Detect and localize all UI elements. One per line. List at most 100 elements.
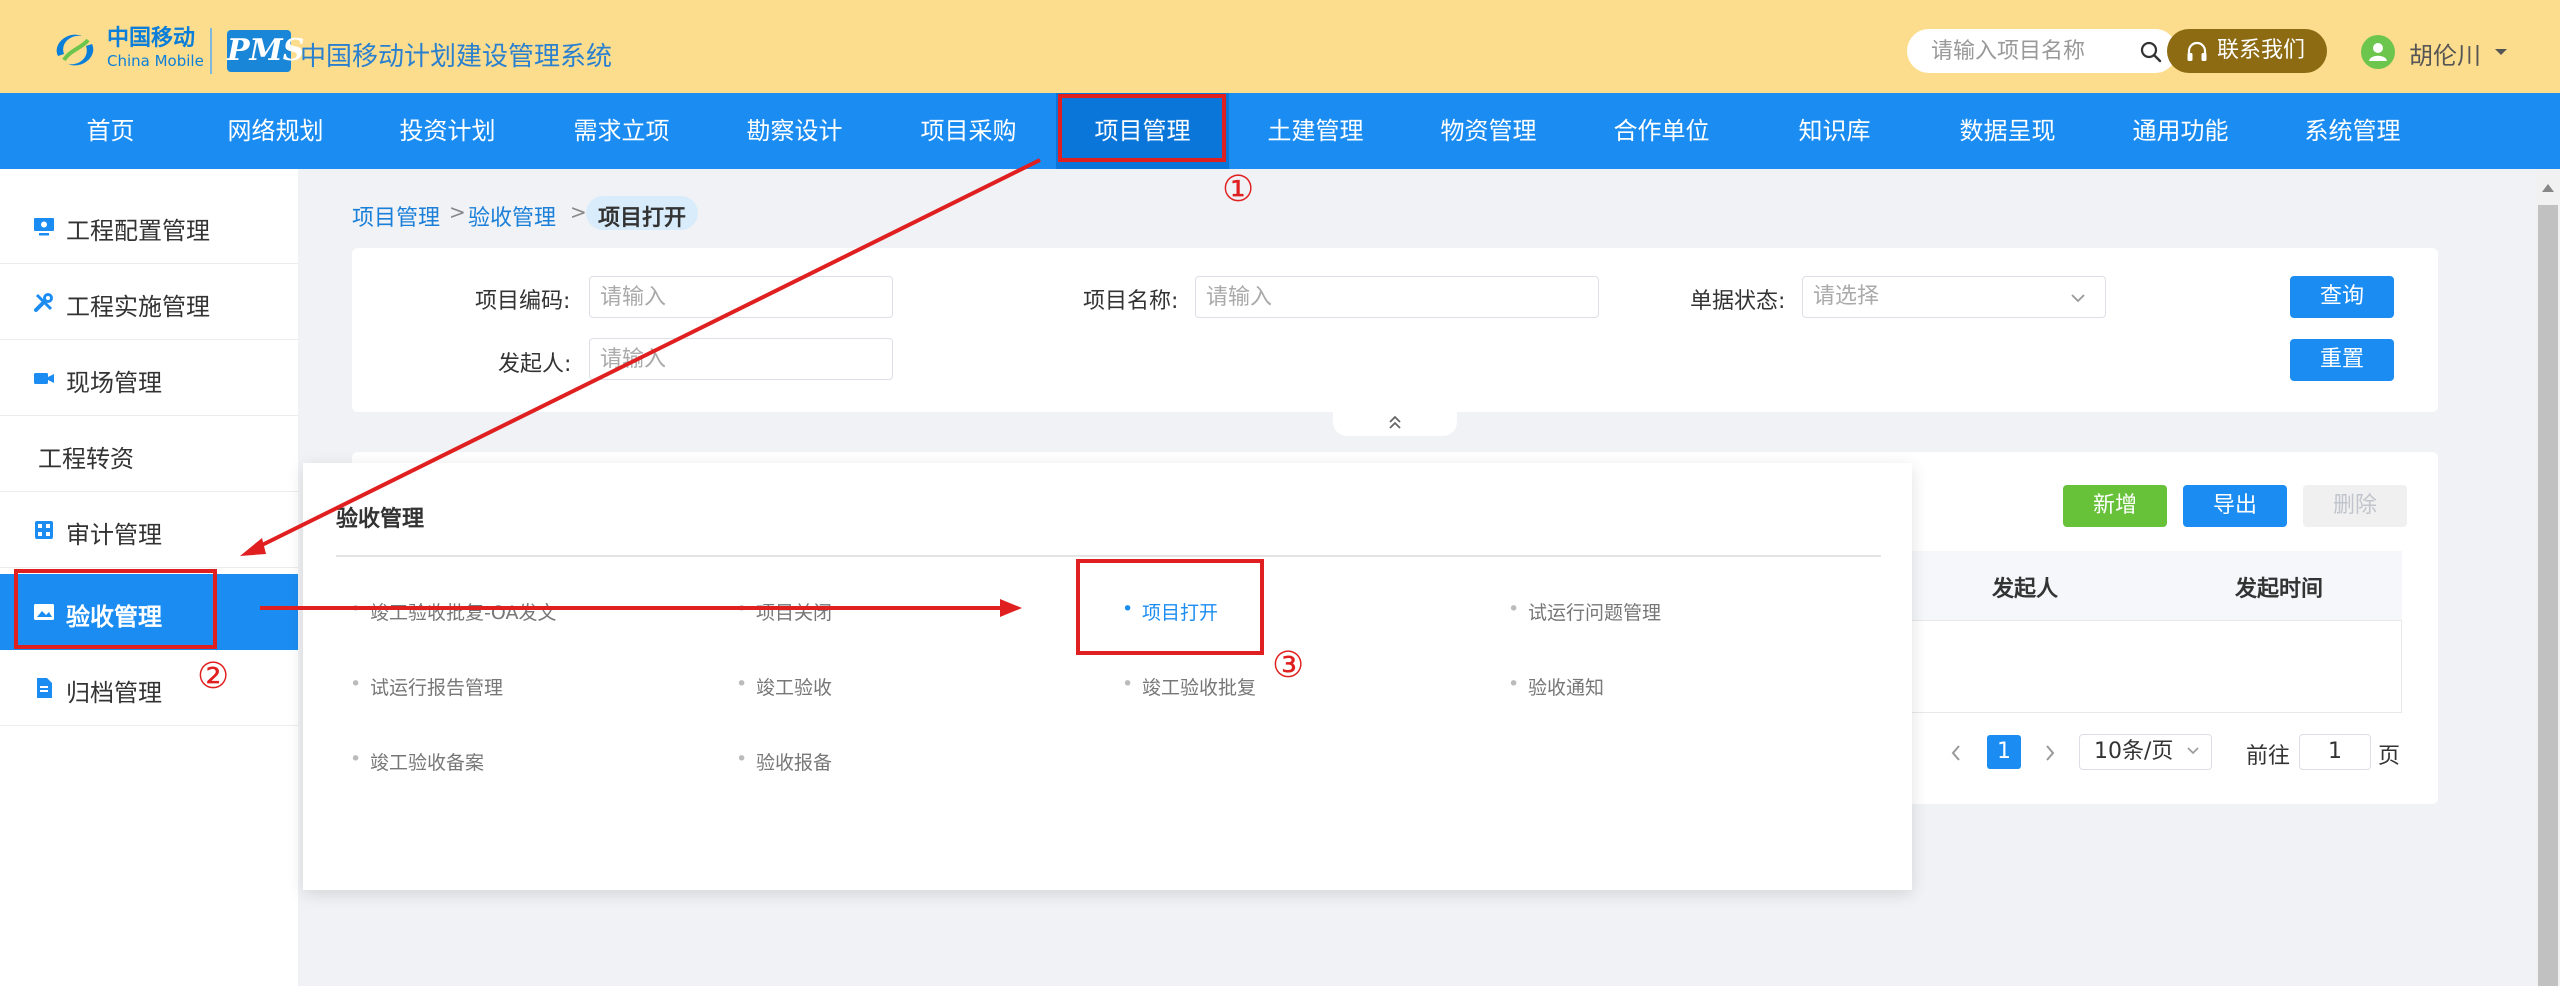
sidebar-item-site-management[interactable]: 现场管理 [0,340,298,416]
chevron-right-icon[interactable] [2040,738,2060,768]
header-search[interactable] [1907,29,2177,73]
logo-divider [210,28,212,74]
breadcrumb-link-project-management[interactable]: 项目管理 [352,200,440,232]
delete-button[interactable]: 删除 [2303,485,2407,527]
nav-item-common-functions[interactable]: 通用功能 [2094,93,2267,169]
project-code-input[interactable] [589,276,893,318]
china-mobile-logo-icon [56,34,94,66]
search-icon[interactable] [2139,40,2163,64]
submenu-divider [336,555,1881,557]
contact-us-button[interactable]: 联系我们 [2167,29,2327,73]
table-header: 发起人 发起时间 [1870,551,2402,621]
sidebar-item-capital-transfer[interactable]: 工程转资 [0,416,298,492]
export-button[interactable]: 导出 [2183,485,2287,527]
sidebar-item-label: 归档管理 [66,679,162,707]
document-icon [37,678,52,698]
scroll-up-arrow-icon[interactable] [2541,181,2555,193]
status-select[interactable]: 请选择 [1802,276,2106,318]
add-button[interactable]: 新增 [2063,485,2167,527]
user-name[interactable]: 胡伦川 [2409,36,2481,71]
annotation-step-1: ① [1222,169,1255,210]
nav-item-partners[interactable]: 合作单位 [1575,93,1748,169]
chevron-left-icon[interactable] [1946,738,1966,768]
headset-icon [2187,41,2207,61]
nav-item-network-planning[interactable]: 网络规划 [189,93,362,169]
brand-en: China Mobile [107,52,204,70]
column-header-initiated-time: 发起时间 [2235,577,2324,602]
sidebar-item-label: 工程实施管理 [66,293,210,321]
user-avatar-icon[interactable] [2361,35,2395,69]
page-scrollbar[interactable] [2536,169,2560,986]
double-chevron-up-icon[interactable] [1385,412,1405,432]
page-size-value: 10条/页 [2094,739,2174,764]
query-button[interactable]: 查询 [2290,276,2394,318]
sidebar-item-label: 工程转资 [38,445,134,473]
contact-us-label: 联系我们 [2217,38,2306,63]
monitor-icon [34,218,54,236]
goto-label: 前往 [2246,744,2291,769]
pagination-page-1[interactable]: 1 [1987,735,2021,769]
submenu-link-acceptance-notice[interactable]: 验收通知 [1508,673,1604,700]
nav-item-materials[interactable]: 物资管理 [1402,93,1575,169]
sidebar-item-audit[interactable]: 审计管理 [0,492,298,568]
status-select-placeholder: 请选择 [1813,284,1880,309]
initiator-input[interactable] [589,338,893,380]
submenu-panel-title: 验收管理 [336,507,425,532]
annotation-box-project-open [1076,559,1264,655]
annotation-step-2: ② [197,656,230,697]
nav-item-investment-plan[interactable]: 投资计划 [361,93,534,169]
goto-page-input[interactable]: 1 [2299,734,2371,770]
project-name-label: 项目名称: [1083,289,1179,314]
submenu-link-trial-run-report[interactable]: 试运行报告管理 [350,673,503,700]
page-unit-label: 页 [2378,744,2401,769]
nav-item-data-display[interactable]: 数据呈现 [1921,93,2094,169]
scrollbar-thumb[interactable] [2538,205,2558,986]
column-header-initiator: 发起人 [1992,577,2059,602]
sidebar-item-label: 现场管理 [66,369,162,397]
nav-item-home[interactable]: 首页 [24,93,197,169]
sidebar-item-label: 工程配置管理 [66,217,210,245]
filter-panel: 项目编码: 项目名称: 单据状态: 请选择 查询 发起人: 重置 [352,248,2438,412]
project-name-input[interactable] [1195,276,1599,318]
submenu-link-trial-run-issues[interactable]: 试运行问题管理 [1508,598,1661,625]
nav-item-procurement[interactable]: 项目采购 [882,93,1055,169]
nav-item-civil-engineering[interactable]: 土建管理 [1229,93,1402,169]
submenu-link-completion-approval-oa[interactable]: 竣工验收批复-OA发文 [350,598,557,625]
sidebar-item-archive[interactable]: 归档管理 [0,650,298,726]
caret-down-icon[interactable] [2489,40,2513,64]
submenu-link-acceptance-report[interactable]: 验收报备 [736,748,832,775]
tools-icon [34,293,53,312]
annotation-box-sidebar-acceptance [14,569,217,649]
status-label: 单据状态: [1690,289,1786,314]
breadcrumb-separator-icon: > [570,200,587,224]
breadcrumb-separator-icon: > [449,200,466,224]
collapse-filter-toggle[interactable] [1333,410,1457,436]
main-nav: 首页 网络规划 投资计划 需求立项 勘察设计 项目采购 项目管理 土建管理 物资… [0,93,2560,169]
page-size-select[interactable]: 10条/页 [2079,734,2212,770]
annotation-step-3: ③ [1272,645,1305,686]
china-mobile-brand: 中国移动 China Mobile [107,28,204,69]
annotation-box-nav-project-management [1058,94,1226,162]
submenu-link-completion-filing[interactable]: 竣工验收备案 [350,748,484,775]
camera-icon [34,373,54,384]
submenu-link-completion-approval[interactable]: 竣工验收批复 [1122,673,1256,700]
sidebar-item-engineering-implementation[interactable]: 工程实施管理 [0,264,298,340]
nav-item-survey-design[interactable]: 勘察设计 [708,93,881,169]
table-body [1870,621,2402,713]
chevron-down-icon [2071,294,2085,303]
brand-cn: 中国移动 [107,26,196,51]
sidebar-item-engineering-config[interactable]: 工程配置管理 [0,188,298,264]
nav-item-requirement[interactable]: 需求立项 [535,93,708,169]
chevron-down-icon [2187,747,2199,755]
top-header: 中国移动 China Mobile PMS 中国移动计划建设管理系统 联系我们 … [0,0,2560,93]
header-search-input[interactable] [1931,35,2131,67]
initiator-label: 发起人: [498,352,572,377]
submenu-link-completion-acceptance[interactable]: 竣工验收 [736,673,832,700]
breadcrumb-link-acceptance[interactable]: 验收管理 [468,200,556,232]
nav-item-system-management[interactable]: 系统管理 [2266,93,2439,169]
reset-button[interactable]: 重置 [2290,339,2394,381]
system-title: 中国移动计划建设管理系统 [300,42,613,72]
submenu-link-project-close[interactable]: 项目关闭 [736,598,832,625]
breadcrumb-current: 项目打开 [586,196,699,231]
nav-item-knowledge-base[interactable]: 知识库 [1748,93,1921,169]
